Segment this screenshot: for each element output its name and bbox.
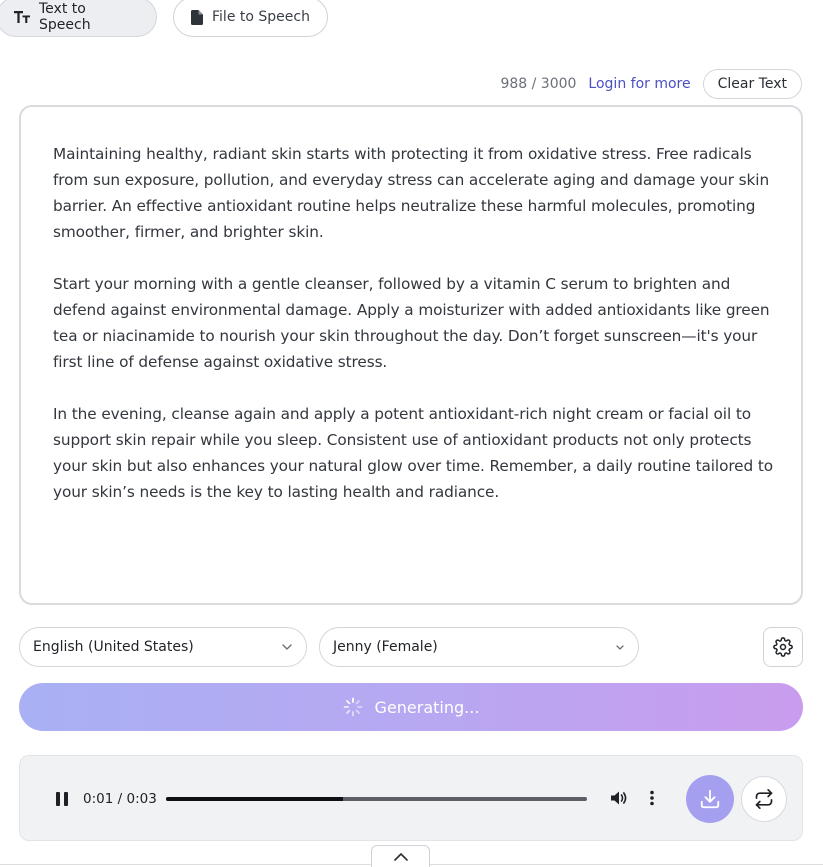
generate-button[interactable]: Generating...: [19, 683, 803, 731]
editor-paragraph: Maintaining healthy, radiant skin starts…: [53, 145, 770, 241]
settings-button[interactable]: [763, 627, 803, 667]
file-icon: [191, 9, 203, 25]
duration: 0:03: [126, 791, 157, 807]
editor-meta-row: 988 / 3000 Login for more Clear Text: [500, 69, 802, 99]
chevron-up-icon: [393, 853, 408, 861]
collapse-panel-button[interactable]: [371, 845, 430, 867]
tab-text-to-speech[interactable]: Text to Speech: [0, 0, 157, 37]
spinner-icon: [343, 697, 362, 717]
text-input-area[interactable]: Maintaining healthy, radiant skin starts…: [19, 105, 803, 605]
tab-label: File to Speech: [212, 9, 310, 25]
pause-bar: [56, 792, 60, 806]
regenerate-button[interactable]: [741, 776, 787, 822]
text-format-icon: [14, 11, 30, 23]
tab-label: Text to Speech: [39, 1, 91, 33]
time-separator: /: [117, 791, 123, 807]
voice-select[interactable]: Jenny (Female): [319, 627, 639, 667]
pause-button[interactable]: [56, 792, 68, 806]
language-select[interactable]: English (United States): [19, 627, 307, 667]
gear-icon: [773, 637, 793, 657]
character-count: 988 / 3000: [500, 76, 577, 92]
download-icon: [700, 789, 720, 809]
chevron-down-icon: [616, 644, 624, 650]
clear-text-button[interactable]: Clear Text: [702, 69, 802, 99]
progress-slider[interactable]: [166, 797, 587, 801]
pause-bar: [64, 792, 68, 806]
editor-paragraph: Start your morning with a gentle cleanse…: [53, 275, 770, 371]
progress-fill: [166, 797, 343, 801]
current-time: 0:01: [83, 791, 114, 807]
volume-icon[interactable]: [610, 790, 628, 806]
voice-select-value: Jenny (Female): [333, 639, 438, 655]
audio-player: 0:01 / 0:03: [19, 755, 803, 841]
login-for-more-link[interactable]: Login for more: [588, 76, 690, 92]
chevron-down-icon: [282, 644, 292, 650]
generate-label: Generating...: [374, 697, 480, 717]
tab-file-to-speech[interactable]: File to Speech: [173, 0, 328, 37]
repeat-icon: [755, 789, 773, 809]
editor-paragraph: In the evening, cleanse again and apply …: [53, 405, 774, 501]
language-select-value: English (United States): [33, 639, 194, 655]
more-options-icon[interactable]: [650, 790, 654, 806]
download-button[interactable]: [686, 775, 734, 823]
playback-time: 0:01 / 0:03: [83, 791, 157, 807]
